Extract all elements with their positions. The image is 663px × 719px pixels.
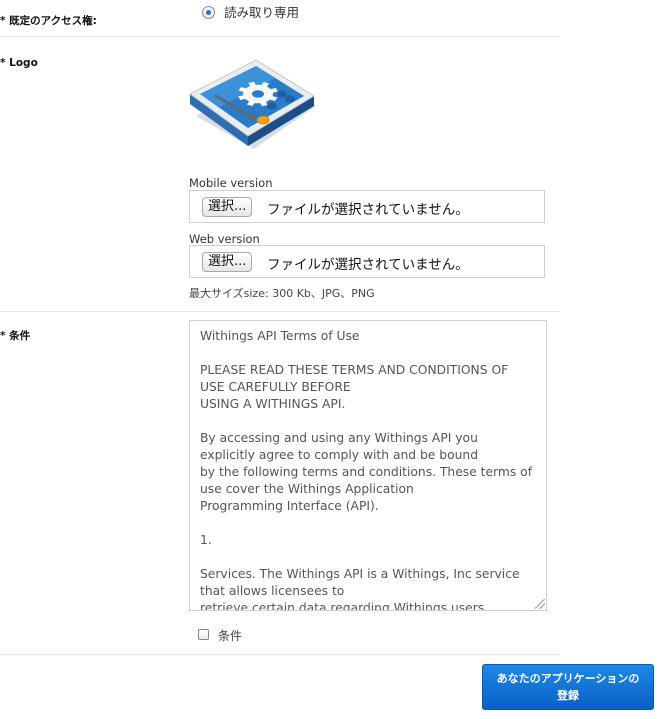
access-label: * 既定のアクセス権: [0, 15, 97, 27]
app-logo-image [189, 59, 316, 149]
terms-paragraph: Withings API Terms of Use [200, 329, 360, 343]
terms-paragraph: PLEASE READ THESE TERMS AND CONDITIONS O… [200, 363, 509, 411]
terms-checkbox[interactable] [198, 629, 209, 640]
web-file-input[interactable]: 選択... ファイルが選択されていません。 [189, 245, 545, 278]
max-size-note: 最大サイズsize: 300 Kb、JPG、PNG [189, 287, 375, 300]
register-application-button[interactable]: あなたのアプリケーションの 登録 [482, 664, 654, 710]
resize-grip-icon[interactable] [535, 599, 545, 609]
terms-paragraph: 1. [200, 533, 212, 547]
separator [0, 654, 560, 655]
web-no-file-text: ファイルが選択されていません。 [267, 257, 469, 273]
terms-paragraph: Services. The Withings API is a Withings… [200, 567, 520, 611]
register-button-line2: 登録 [557, 689, 579, 702]
mobile-version-label: Mobile version [189, 176, 273, 190]
register-button-line1: あなたのアプリケーションの [496, 672, 640, 685]
terms-textarea[interactable]: Withings API Terms of Use PLEASE READ THE… [189, 320, 547, 611]
separator [0, 311, 560, 312]
readonly-radio[interactable] [202, 6, 215, 19]
readonly-radio-label: 読み取り専用 [224, 5, 300, 20]
mobile-choose-file-button[interactable]: 選択... [202, 197, 253, 217]
terms-text: Withings API Terms of Use PLEASE READ THE… [190, 321, 546, 611]
mobile-no-file-text: ファイルが選択されていません。 [267, 202, 469, 218]
web-choose-file-button[interactable]: 選択... [202, 252, 253, 272]
terms-label: * 条件 [0, 330, 31, 342]
logo-label: * Logo [0, 57, 38, 69]
terms-paragraph: By accessing and using any Withings API … [200, 431, 533, 513]
web-version-label: Web version [189, 232, 260, 246]
radio-selected-dot [206, 10, 211, 15]
terms-checkbox-label: 条件 [218, 629, 243, 643]
mobile-file-input[interactable]: 選択... ファイルが選択されていません。 [189, 190, 545, 223]
separator [0, 36, 560, 37]
